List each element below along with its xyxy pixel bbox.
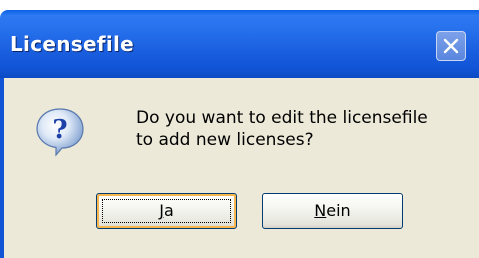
window-edge [0,0,479,8]
no-label-rest: ein [326,201,351,220]
question-icon: ? [36,108,84,157]
no-mnemonic: N [314,201,327,220]
window-border-left [0,78,4,258]
yes-button[interactable]: Ja [96,193,237,229]
no-button-label: Nein [314,201,350,220]
message-line-1: Do you want to edit the licensefile [136,108,428,128]
close-icon [443,38,459,54]
dialog-message: Do you want to edit the licensefile to a… [136,107,476,151]
close-button[interactable] [436,31,466,61]
window-title: Licensefile [10,32,135,56]
dialog-window: Licensefile ? Do you want to edit the li… [0,0,479,258]
message-line-2: to add new licenses? [136,130,314,150]
yes-button-label: Ja [159,201,174,220]
no-button[interactable]: Nein [262,193,403,229]
yes-label-rest: a [163,201,174,220]
dialog-body [0,78,479,258]
svg-text:?: ? [52,115,67,145]
